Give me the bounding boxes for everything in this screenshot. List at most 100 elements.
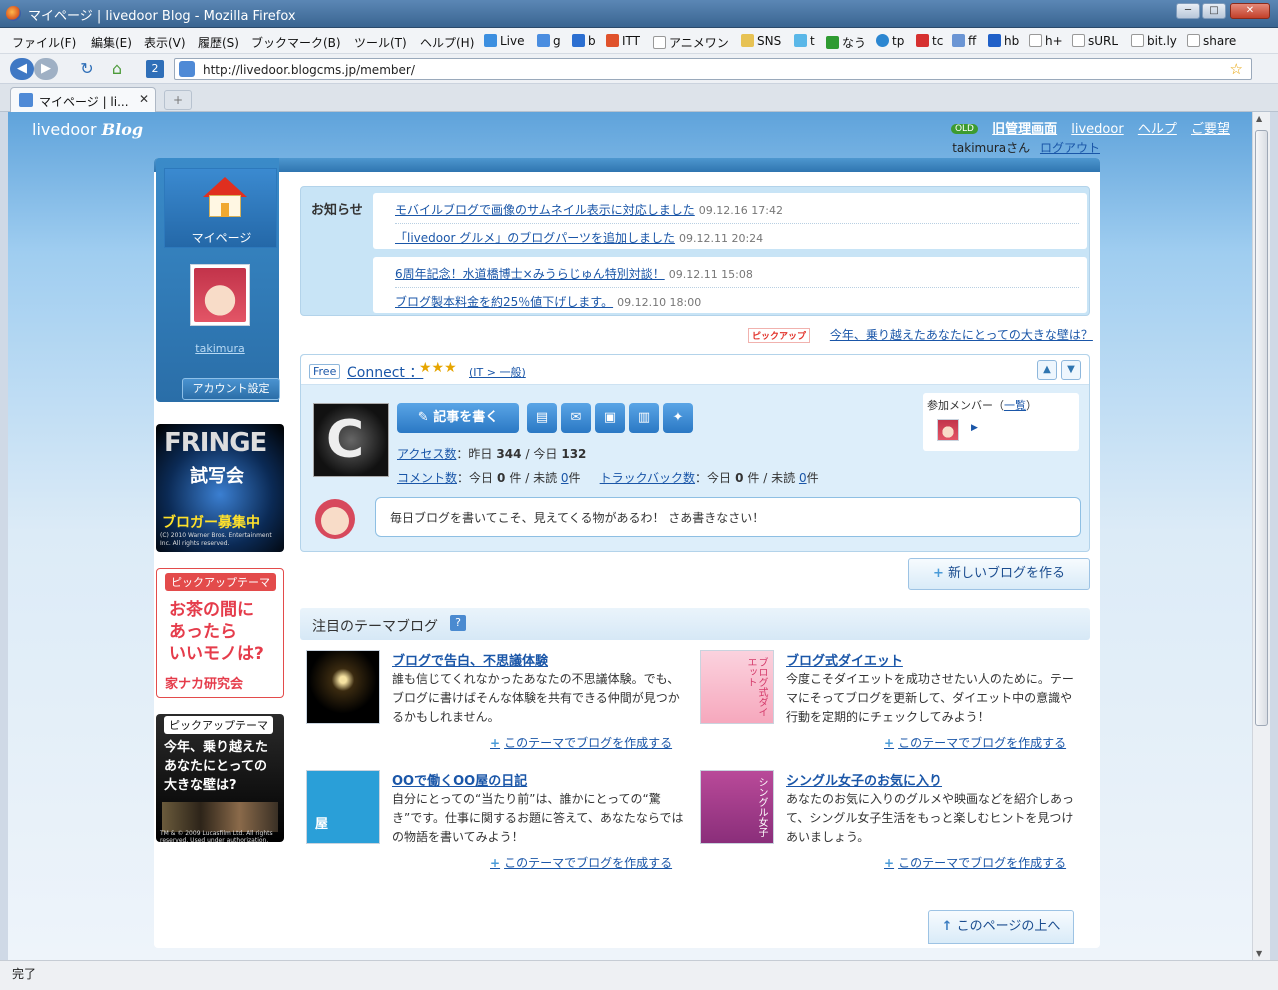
vertical-scrollbar[interactable]: ▲ ▼: [1252, 112, 1270, 960]
list-item: モバイルブログで画像のサムネイル表示に対応しました 09.12.16 17:42: [395, 201, 1075, 218]
bookmark-b[interactable]: b: [572, 34, 596, 48]
pickup-link[interactable]: 今年、乗り越えたあなたにとっての大きな壁は？: [830, 328, 1093, 342]
fringe-banner[interactable]: FRINGE 試写会 ブロガー募集中 (C) 2010 Warner Bros.…: [156, 424, 284, 552]
page-top-button[interactable]: ↑ このページの上へ: [928, 910, 1074, 944]
bookmark-label: t: [810, 34, 815, 48]
bookmark-animeone[interactable]: アニメワン: [653, 34, 729, 51]
bookmark-g[interactable]: g: [537, 34, 561, 48]
theme-title-link[interactable]: OOで働くOO屋の日記: [392, 770, 527, 789]
article-list-button[interactable]: ▤: [527, 403, 557, 433]
tab-mypage[interactable]: マイページ | li... ✕: [10, 87, 156, 112]
bookmark-sidebar-button[interactable]: 2: [146, 60, 164, 78]
bookmark-ff[interactable]: ff: [952, 34, 976, 48]
stats-button[interactable]: ▥: [629, 403, 659, 433]
avatar[interactable]: [190, 264, 250, 326]
help-link[interactable]: ヘルプ: [1138, 122, 1177, 137]
move-up-button[interactable]: ▲: [1037, 360, 1057, 380]
scrollbar-thumb[interactable]: [1255, 130, 1268, 726]
blog-category-link[interactable]: (IT > 一般): [469, 364, 526, 380]
menu-file[interactable]: ファイル(F): [12, 34, 76, 51]
menu-help[interactable]: ヘルプ(H): [420, 34, 474, 51]
help-icon[interactable]: ?: [450, 615, 466, 631]
trackback-count-link[interactable]: トラックバック数: [600, 471, 695, 485]
create-theme-blog-link[interactable]: + このテーマでブログを作成する: [884, 854, 1066, 871]
home-button[interactable]: ⌂: [106, 58, 128, 80]
candle-image[interactable]: [306, 650, 380, 724]
close-window-button[interactable]: ✕: [1230, 3, 1270, 19]
create-theme-blog-link[interactable]: + このテーマでブログを作成する: [490, 734, 672, 751]
scroll-down-icon[interactable]: ▼: [1256, 949, 1262, 958]
worker-image[interactable]: 屋: [306, 770, 380, 844]
theme-title-link[interactable]: ブログで告白、不思議体験: [392, 650, 548, 669]
trackback-unread-link[interactable]: 0: [799, 471, 807, 485]
bookmark-live[interactable]: Live: [484, 34, 525, 48]
menu-edit[interactable]: 編集(E): [91, 34, 132, 51]
scroll-up-icon[interactable]: ▲: [1256, 114, 1262, 123]
menu-bookmarks[interactable]: ブックマーク(B): [251, 34, 341, 51]
bookmark-label: ff: [968, 34, 977, 48]
bookmark-itt[interactable]: ITT: [606, 34, 640, 48]
notice-link[interactable]: 6周年記念！水道橋博士×みうらじゅん特別対談！: [395, 267, 665, 281]
tab-close-icon[interactable]: ✕: [139, 92, 149, 106]
reload-button[interactable]: ↻: [76, 58, 98, 80]
fringe-title: FRINGE: [164, 428, 267, 458]
move-down-button[interactable]: ▼: [1061, 360, 1081, 380]
member-avatar[interactable]: [937, 419, 959, 441]
images-button[interactable]: ▣: [595, 403, 625, 433]
pickup-theme-banner-2[interactable]: ピックアップテーマ 今年、乗り越えた あなたにとっての 大きな壁は? TM & …: [156, 714, 284, 842]
bookmark-star-icon[interactable]: ☆: [1230, 60, 1243, 78]
theme-description: 今度こそダイエットを成功させたい人のために。テーマにそってブログを更新して、ダイ…: [786, 672, 1074, 724]
bookmark-hb[interactable]: hb: [988, 34, 1019, 48]
comment-unread-link[interactable]: 0: [561, 471, 569, 485]
theme-item: ブログ式ダイエット ブログ式ダイエット 今度こそダイエットを成功させたい人のため…: [700, 650, 1080, 760]
settings-button[interactable]: ✦: [663, 403, 693, 433]
create-theme-blog-link[interactable]: + このテーマでブログを作成する: [490, 854, 672, 871]
create-theme-blog-link[interactable]: + このテーマでブログを作成する: [884, 734, 1066, 751]
minimize-button[interactable]: ─: [1176, 3, 1200, 19]
account-settings-button[interactable]: アカウント設定: [182, 378, 280, 400]
members-next-icon[interactable]: ▶: [971, 423, 978, 433]
back-button[interactable]: ◀: [10, 58, 34, 80]
notice-link[interactable]: モバイルブログで画像のサムネイル表示に対応しました: [395, 203, 695, 217]
old-admin-link[interactable]: 旧管理画面: [992, 122, 1057, 137]
bookmark-label: なう: [842, 36, 867, 50]
bookmark-sns[interactable]: SNS: [741, 34, 781, 48]
menu-view[interactable]: 表示(V): [144, 34, 186, 51]
blog-icon[interactable]: C: [313, 403, 389, 477]
notice-link[interactable]: 「livedoor グルメ」のブログパーツを追加しました: [395, 231, 675, 245]
comment-count-link[interactable]: コメント数: [397, 471, 457, 485]
theme-title-link[interactable]: シングル女子のお気に入り: [786, 770, 942, 789]
livedoor-link[interactable]: livedoor: [1071, 122, 1123, 137]
livedoor-blog-logo[interactable]: livedoor Blog: [32, 120, 143, 139]
username-link[interactable]: takimura: [156, 342, 284, 355]
maximize-button[interactable]: □: [1202, 3, 1226, 19]
new-tab-button[interactable]: +: [164, 90, 192, 110]
new-blog-button[interactable]: + 新しいブログを作る: [908, 558, 1090, 590]
bookmark-nau[interactable]: なう: [826, 34, 866, 51]
bookmark-share[interactable]: share: [1187, 34, 1236, 48]
logout-link[interactable]: ログアウト: [1040, 141, 1100, 155]
pickup-row: ピックアップ 今年、乗り越えたあなたにとっての大きな壁は？: [748, 326, 1093, 343]
bookmark-t[interactable]: t: [794, 34, 815, 48]
members-list-link[interactable]: 一覧: [1004, 399, 1026, 412]
comments-button[interactable]: ✉: [561, 403, 591, 433]
bookmark-tp[interactable]: tp: [876, 34, 904, 48]
url-bar[interactable]: http://livedoor.blogcms.jp/member/ ☆: [174, 58, 1252, 80]
write-article-button[interactable]: ✎ 記事を書く: [397, 403, 519, 433]
pickup-theme-banner[interactable]: ピックアップテーマ お茶の間に あったら いいモノは? 家ナカ研究会: [156, 568, 284, 698]
bookmark-surl[interactable]: sURL: [1072, 34, 1118, 48]
bookmark-tc[interactable]: tc: [916, 34, 943, 48]
bookmark-hplus[interactable]: h+: [1029, 34, 1063, 48]
menu-tools[interactable]: ツール(T): [354, 34, 407, 51]
forward-button[interactable]: ▶: [34, 58, 58, 80]
blog-name-link[interactable]: Connect ：: [347, 362, 423, 382]
request-link[interactable]: ご要望: [1191, 122, 1230, 137]
single-girl-image[interactable]: シングル女子: [700, 770, 774, 844]
menu-history[interactable]: 履歴(S): [198, 34, 239, 51]
notice-link[interactable]: ブログ製本料金を約25％値下げします。: [395, 295, 613, 309]
theme-title-link[interactable]: ブログ式ダイエット: [786, 650, 903, 669]
bookmark-bitly[interactable]: bit.ly: [1131, 34, 1177, 48]
diet-image[interactable]: ブログ式ダイエット: [700, 650, 774, 724]
access-count-link[interactable]: アクセス数: [397, 447, 456, 461]
mypage-button[interactable]: マイページ: [164, 168, 277, 248]
